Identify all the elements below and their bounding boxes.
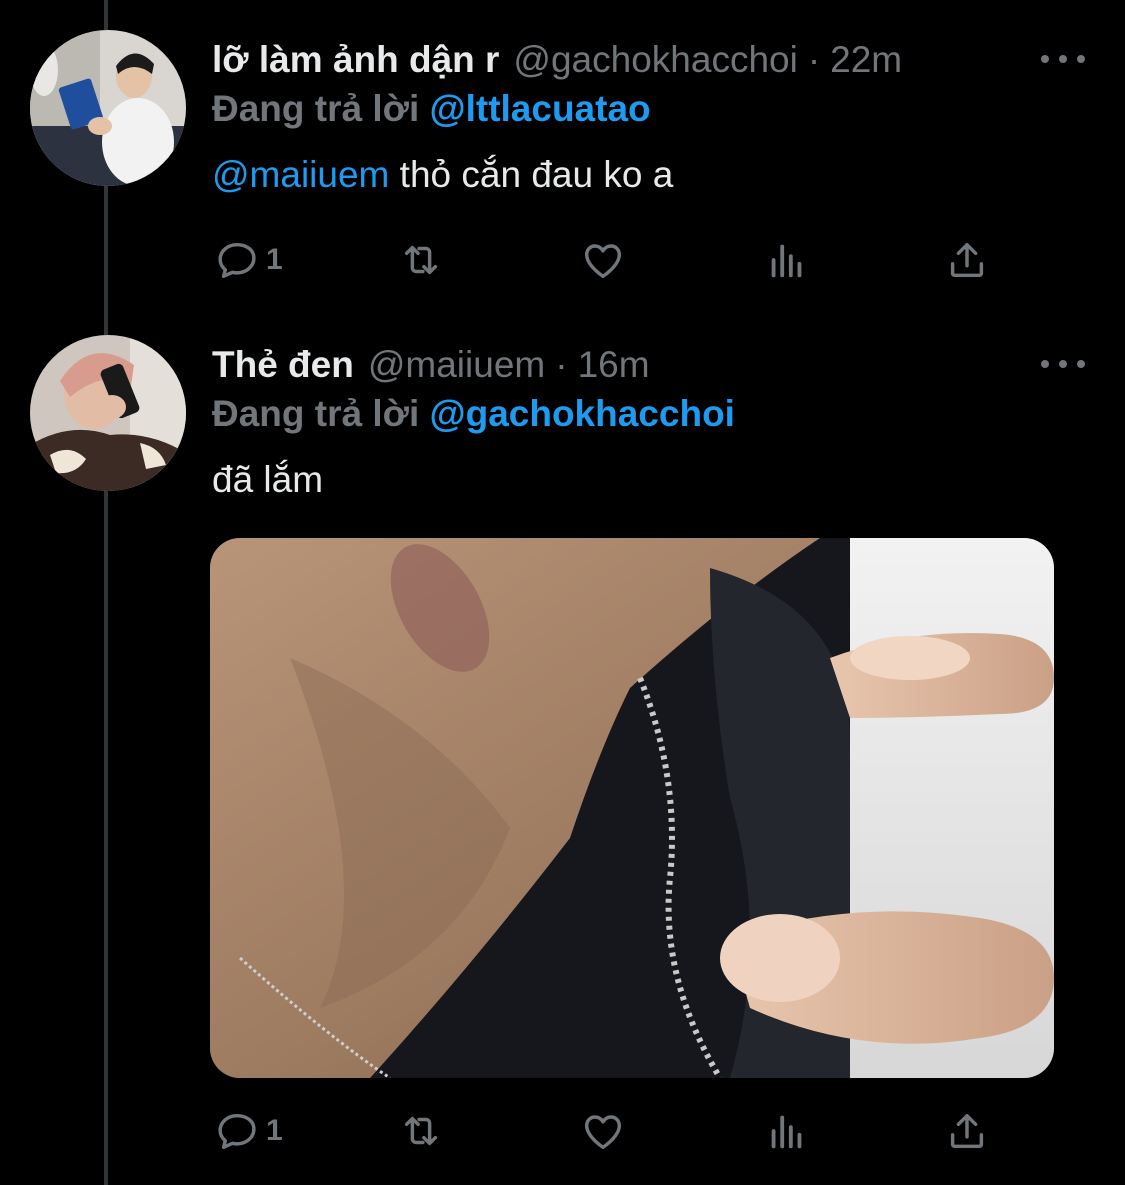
user-handle[interactable]: @maiiuem xyxy=(368,344,545,386)
tweet-actions: 1 xyxy=(212,235,1002,285)
display-name[interactable]: lỡ làm ảnh dận r xyxy=(212,39,499,81)
share-button[interactable] xyxy=(944,235,990,285)
retweet-button[interactable] xyxy=(398,235,444,285)
retweet-icon xyxy=(404,1116,438,1146)
more-dot xyxy=(1059,55,1067,63)
separator-dot: · xyxy=(807,39,821,80)
avatar[interactable] xyxy=(30,30,186,186)
tweet-text-content: thỏ cắn đau ko a xyxy=(399,154,674,195)
more-dot xyxy=(1059,360,1067,368)
tweet-text: @maiiuem thỏ cắn đau ko a xyxy=(212,154,673,196)
tweet-header: Thẻ đen @maiiuem · 16m xyxy=(212,335,650,395)
text-mention[interactable]: @maiiuem xyxy=(212,154,389,195)
share-button[interactable] xyxy=(944,1106,990,1156)
more-dot xyxy=(1077,360,1085,368)
timestamp[interactable]: 16m xyxy=(578,344,650,386)
like-button[interactable] xyxy=(580,1106,626,1156)
replying-prefix: Đang trả lời xyxy=(212,88,420,129)
more-options-icon[interactable] xyxy=(1041,349,1085,379)
like-icon xyxy=(584,1115,622,1150)
separator-dot: · xyxy=(555,344,568,385)
more-dot xyxy=(1041,55,1049,63)
reply-button[interactable]: 1 xyxy=(214,235,283,285)
reply-count: 1 xyxy=(266,243,283,276)
media-photo xyxy=(210,538,1054,1078)
reply-count: 1 xyxy=(266,1114,283,1147)
retweet-icon xyxy=(404,245,438,275)
reply-icon xyxy=(218,242,256,279)
replying-to-mention[interactable]: @gachokhacchoi xyxy=(430,393,735,434)
analytics-button[interactable] xyxy=(764,235,810,285)
like-icon xyxy=(584,244,622,279)
display-name[interactable]: Thẻ đen xyxy=(212,344,354,386)
reply-button[interactable]: 1 xyxy=(214,1106,283,1156)
avatar-photo xyxy=(30,335,186,491)
avatar-photo xyxy=(30,30,186,186)
more-dot xyxy=(1077,55,1085,63)
replying-prefix: Đang trả lời xyxy=(212,393,420,434)
share-icon xyxy=(950,242,984,278)
replying-to-line: Đang trả lời @gachokhacchoi xyxy=(212,393,735,435)
analytics-button[interactable] xyxy=(764,1106,810,1156)
tweet-actions: 1 xyxy=(212,1106,1002,1156)
tweet-header: lỡ làm ảnh dận r @gachokhacchoi · 22m xyxy=(212,30,902,90)
tweet-text: đã lắm xyxy=(212,459,323,501)
timestamp[interactable]: 22m xyxy=(830,39,902,81)
tweet-text-content: đã lắm xyxy=(212,459,324,500)
share-icon xyxy=(950,1113,984,1149)
retweet-button[interactable] xyxy=(398,1106,444,1156)
replying-to-line: Đang trả lời @lttlacuatao xyxy=(212,88,651,130)
avatar[interactable] xyxy=(30,335,186,491)
analytics-icon xyxy=(771,244,802,278)
user-handle[interactable]: @gachokhacchoi xyxy=(513,39,797,81)
analytics-icon xyxy=(771,1115,802,1149)
like-button[interactable] xyxy=(580,235,626,285)
more-dot xyxy=(1041,360,1049,368)
more-options-icon[interactable] xyxy=(1041,44,1085,74)
tweet-media-image[interactable] xyxy=(210,538,1054,1078)
replying-to-mention[interactable]: @lttlacuatao xyxy=(430,88,651,129)
reply-icon xyxy=(218,1113,256,1150)
